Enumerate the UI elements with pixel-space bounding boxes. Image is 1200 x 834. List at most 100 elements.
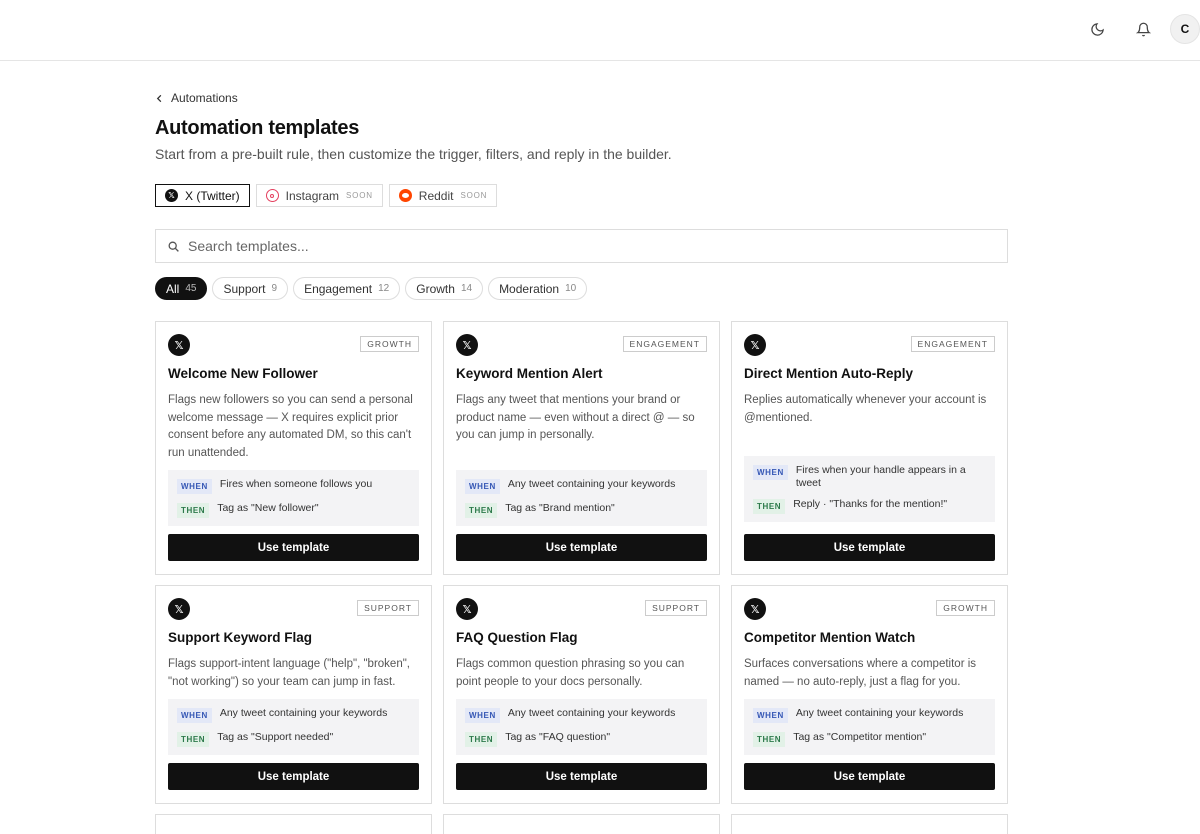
then-row: THEN Tag as "Brand mention" xyxy=(465,502,698,518)
use-template-button[interactable]: Use template xyxy=(744,763,995,790)
platform-tab-reddit[interactable]: Reddit SOON xyxy=(388,184,498,207)
template-card: 𝕏 GROWTH Welcome New Follower Flags new … xyxy=(155,321,432,575)
x-logo-icon: 𝕏 xyxy=(744,334,766,356)
then-row: THEN Reply · "Thanks for the mention!" xyxy=(753,498,986,514)
trigger-text: Any tweet containing your keywords xyxy=(219,707,388,719)
card-title: Welcome New Follower xyxy=(168,366,318,381)
action-text: Tag as "Competitor mention" xyxy=(793,731,927,743)
when-label: WHEN xyxy=(465,479,500,494)
template-card: 𝕏 SUPPORT FAQ Question Flag Flags common… xyxy=(443,585,720,804)
platform-tab-label: X (Twitter) xyxy=(185,188,240,203)
filter-label: All xyxy=(166,281,180,296)
template-card: 𝕏 SUPPORT Support Keyword Flag Flags sup… xyxy=(155,585,432,804)
rule-summary: WHEN Fires when someone follows you THEN T… xyxy=(168,470,419,526)
then-row: THEN Tag as "Support needed" xyxy=(177,731,410,747)
soon-badge: SOON xyxy=(346,191,373,200)
platform-tab-instagram[interactable]: Instagram SOON xyxy=(255,184,383,207)
category-badge: GROWTH xyxy=(360,336,419,352)
rule-summary: WHEN Any tweet containing your keywords T… xyxy=(456,470,707,526)
use-template-button[interactable]: Use template xyxy=(168,534,419,561)
when-label: WHEN xyxy=(753,708,788,723)
card-description: Flags new followers so you can send a pe… xyxy=(168,394,413,459)
template-card: 𝕏 GROWTH Competitor Mention Watch Surfac… xyxy=(731,585,1008,804)
search-bar xyxy=(155,229,1008,263)
trigger-text: Fires when someone follows you xyxy=(219,478,373,490)
x-logo-icon: 𝕏 xyxy=(165,189,178,202)
template-card: 𝕏 ENGAGEMENT Direct Mention Auto-Reply R… xyxy=(731,321,1008,575)
filter-engagement[interactable]: Engagement 12 xyxy=(293,277,401,300)
rule-summary: WHEN Any tweet containing your keywords T… xyxy=(168,699,419,755)
then-row: THEN Tag as "Competitor mention" xyxy=(753,731,986,747)
filter-label: Support xyxy=(223,281,266,296)
when-row: WHEN Any tweet containing your keywords xyxy=(753,707,986,723)
then-label: THEN xyxy=(177,503,210,518)
card-title: Keyword Mention Alert xyxy=(456,366,603,381)
category-filters: All 45 Support 9 Engagement 12 Growth 14 Mod… xyxy=(155,277,588,300)
card-description: Flags common question phrasing so you ca… xyxy=(456,658,685,688)
filter-support[interactable]: Support 9 xyxy=(212,277,289,300)
platform-tabs: 𝕏 X (Twitter) Instagram SOON Reddit SOON xyxy=(155,184,498,207)
filter-all[interactable]: All 45 xyxy=(155,277,208,300)
card-title: Competitor Mention Watch xyxy=(744,630,916,645)
search-input[interactable] xyxy=(188,238,968,254)
x-logo-icon: 𝕏 xyxy=(456,598,478,620)
instagram-logo-icon xyxy=(265,189,279,202)
x-logo-icon: 𝕏 xyxy=(456,334,478,356)
when-label: WHEN xyxy=(177,479,212,494)
platform-tab-label: Instagram xyxy=(285,188,340,203)
when-row: WHEN Any tweet containing your keywords xyxy=(177,707,410,723)
template-card: 𝕏 ENGAGEMENT Keyword Mention Alert Flags… xyxy=(443,321,720,575)
avatar[interactable]: C xyxy=(1170,14,1200,44)
when-row: WHEN Any tweet containing your keywords xyxy=(465,478,698,494)
search-icon xyxy=(168,241,179,252)
bell-icon[interactable] xyxy=(1129,15,1157,43)
action-text: Tag as "Brand mention" xyxy=(505,502,615,514)
template-card xyxy=(443,814,720,834)
x-logo-icon: 𝕏 xyxy=(744,598,766,620)
card-description: Flags any tweet that mentions your brand… xyxy=(456,394,695,441)
when-row: WHEN Fires when your handle appears in a … xyxy=(753,464,986,490)
platform-tab-x[interactable]: 𝕏 X (Twitter) xyxy=(155,184,250,207)
then-label: THEN xyxy=(753,499,786,514)
use-template-button[interactable]: Use template xyxy=(456,534,707,561)
soon-badge: SOON xyxy=(460,191,488,200)
then-row: THEN Tag as "New follower" xyxy=(177,502,410,518)
card-title: Direct Mention Auto-Reply xyxy=(744,366,914,381)
when-label: WHEN xyxy=(753,465,788,480)
filter-label: Engagement xyxy=(304,281,373,296)
rule-summary: WHEN Any tweet containing your keywords T… xyxy=(744,699,995,755)
breadcrumb[interactable]: Automations xyxy=(155,91,238,105)
platform-tab-label: Reddit xyxy=(418,188,454,203)
template-card xyxy=(731,814,1008,834)
use-template-button[interactable]: Use template xyxy=(168,763,419,790)
trigger-text: Any tweet containing your keywords xyxy=(507,707,676,719)
category-badge: ENGAGEMENT xyxy=(910,336,995,352)
when-label: WHEN xyxy=(465,708,500,723)
category-badge: SUPPORT xyxy=(357,600,419,616)
category-badge: ENGAGEMENT xyxy=(622,336,707,352)
action-text: Reply · "Thanks for the mention!" xyxy=(793,498,948,510)
when-label: WHEN xyxy=(177,708,212,723)
filter-moderation[interactable]: Moderation 10 xyxy=(488,277,588,300)
filter-growth[interactable]: Growth 14 xyxy=(405,277,484,300)
category-badge: SUPPORT xyxy=(645,600,707,616)
x-logo-icon: 𝕏 xyxy=(168,334,190,356)
use-template-button[interactable]: Use template xyxy=(456,763,707,790)
category-badge: GROWTH xyxy=(936,600,995,616)
card-description: Replies automatically whenever your acco… xyxy=(744,394,987,424)
use-template-button[interactable]: Use template xyxy=(744,534,995,561)
template-card xyxy=(155,814,432,834)
filter-count: 9 xyxy=(271,283,278,294)
reddit-logo-icon xyxy=(398,189,412,202)
trigger-text: Fires when your handle appears in a twee… xyxy=(795,464,966,489)
action-text: Tag as "Support needed" xyxy=(217,731,334,743)
then-label: THEN xyxy=(465,503,498,518)
filter-count: 12 xyxy=(378,283,390,294)
then-row: THEN Tag as "FAQ question" xyxy=(465,731,698,747)
then-label: THEN xyxy=(177,732,210,747)
then-label: THEN xyxy=(753,732,786,747)
filter-label: Moderation xyxy=(499,281,560,296)
chevron-left-icon xyxy=(156,94,162,102)
card-description: Flags support-intent language ("help", "… xyxy=(168,658,410,688)
moon-icon[interactable] xyxy=(1083,15,1111,43)
